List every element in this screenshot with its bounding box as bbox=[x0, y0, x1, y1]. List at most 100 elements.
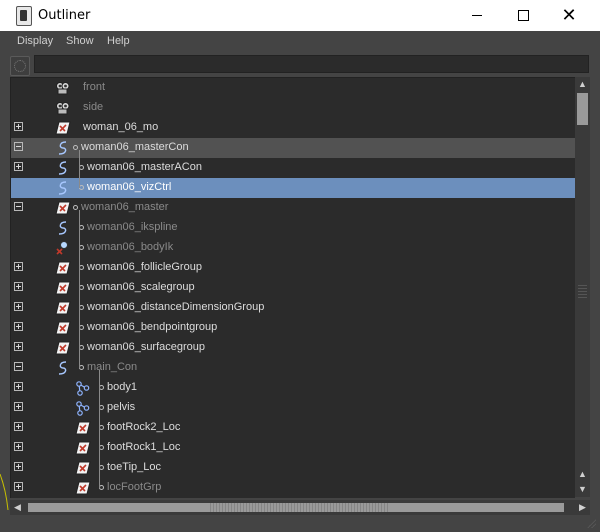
outliner-item-label: woman06_bodyIk bbox=[87, 241, 174, 253]
outliner-item-label: front bbox=[83, 81, 106, 93]
search-options-icon[interactable] bbox=[10, 56, 30, 76]
transform-icon bbox=[75, 460, 91, 476]
outliner-row[interactable]: toeTip_Loc bbox=[11, 458, 575, 478]
transform-icon bbox=[55, 280, 71, 296]
tree-node-dot bbox=[73, 205, 78, 210]
outliner-item-label: footRock2_Loc bbox=[107, 421, 181, 433]
expand-icon[interactable] bbox=[14, 262, 23, 271]
outliner-item-label: body1 bbox=[107, 381, 137, 393]
outliner-row[interactable]: footRock2_Loc bbox=[11, 418, 575, 438]
scroll-down-icon[interactable]: ▼ bbox=[575, 482, 590, 497]
outliner-row[interactable]: woman06_surfacegroup bbox=[11, 338, 575, 358]
outliner-row[interactable]: woman06_ikspline bbox=[11, 218, 575, 238]
outliner-row[interactable]: woman06_vizCtrl bbox=[11, 178, 575, 198]
transform-icon bbox=[55, 320, 71, 336]
outliner-row[interactable]: locFootGrp bbox=[11, 478, 575, 498]
transform-icon bbox=[55, 300, 71, 316]
scroll-grip bbox=[210, 503, 390, 512]
scroll-right-icon[interactable]: ▶ bbox=[575, 500, 590, 515]
outliner-item-label: woman06_bendpointgroup bbox=[87, 321, 218, 333]
scroll-up-icon[interactable]: ▲ bbox=[575, 77, 590, 92]
expand-icon[interactable] bbox=[14, 442, 23, 451]
transform-icon bbox=[55, 120, 71, 136]
outliner-item-label: woman06_vizCtrl bbox=[87, 181, 172, 193]
outliner-item-label: woman06_ikspline bbox=[87, 221, 178, 233]
maximize-button[interactable] bbox=[500, 0, 546, 31]
curve-icon bbox=[55, 140, 71, 156]
vertical-scrollbar[interactable]: ▲ ▲ ▼ bbox=[575, 77, 590, 497]
expand-icon[interactable] bbox=[14, 402, 23, 411]
viewport-curve-edge bbox=[0, 473, 9, 511]
transform-icon bbox=[75, 420, 91, 436]
outliner-row[interactable]: pelvis bbox=[11, 398, 575, 418]
menu-display[interactable]: Display bbox=[17, 35, 53, 47]
outliner-row[interactable]: side bbox=[11, 98, 575, 118]
expand-icon[interactable] bbox=[14, 382, 23, 391]
outliner-item-label: pelvis bbox=[107, 401, 136, 413]
expand-icon[interactable] bbox=[14, 282, 23, 291]
collapse-icon[interactable] bbox=[14, 142, 23, 151]
expand-icon[interactable] bbox=[14, 162, 23, 171]
outliner-row[interactable]: footRock1_Loc bbox=[11, 438, 575, 458]
outliner-row[interactable]: woman06_distanceDimensionGroup bbox=[11, 298, 575, 318]
expand-icon[interactable] bbox=[14, 322, 23, 331]
transform-icon bbox=[75, 480, 91, 496]
outliner-row[interactable]: woman06_scalegroup bbox=[11, 278, 575, 298]
expand-icon[interactable] bbox=[14, 422, 23, 431]
camera-icon bbox=[55, 100, 71, 116]
search-input[interactable] bbox=[34, 55, 589, 73]
transform-icon bbox=[75, 440, 91, 456]
search-row bbox=[0, 53, 600, 77]
outliner-row[interactable]: woman06_masterCon bbox=[11, 138, 575, 158]
horizontal-scrollbar[interactable]: ◀ ▶ bbox=[10, 500, 590, 515]
window-title: Outliner bbox=[38, 8, 91, 23]
outliner-row[interactable]: woman_06_mo bbox=[11, 118, 575, 138]
scroll-grip bbox=[578, 285, 587, 299]
outliner-row[interactable]: main_Con bbox=[11, 358, 575, 378]
curve-icon bbox=[55, 220, 71, 236]
menu-bar: Display Show Help bbox=[0, 31, 600, 53]
ik-handle-icon bbox=[55, 240, 71, 256]
expand-icon[interactable] bbox=[14, 342, 23, 351]
scroll-left-icon[interactable]: ◀ bbox=[10, 500, 25, 515]
outliner-item-label: woman06_scalegroup bbox=[87, 281, 195, 293]
tree-connector bbox=[79, 150, 80, 188]
outliner-item-label: woman06_distanceDimensionGroup bbox=[87, 301, 265, 313]
maximize-icon bbox=[517, 10, 529, 21]
outliner-item-label: woman06_master bbox=[81, 201, 169, 213]
outliner-item-label: main_Con bbox=[87, 361, 138, 373]
joint-icon bbox=[75, 380, 91, 396]
curve-icon bbox=[55, 160, 71, 176]
transform-icon bbox=[55, 260, 71, 276]
menu-show[interactable]: Show bbox=[66, 35, 94, 47]
transform-icon bbox=[55, 200, 71, 216]
outliner-row[interactable]: body1 bbox=[11, 378, 575, 398]
expand-icon[interactable] bbox=[14, 482, 23, 491]
outliner-row[interactable]: woman06_follicleGroup bbox=[11, 258, 575, 278]
outliner-item-label: woman_06_mo bbox=[83, 121, 159, 133]
curve-icon bbox=[55, 180, 71, 196]
scroll-up-icon[interactable]: ▲ bbox=[575, 467, 590, 482]
outliner-row[interactable]: woman06_bodyIk bbox=[11, 238, 575, 258]
vertical-scroll-thumb[interactable] bbox=[577, 93, 588, 125]
title-bar[interactable]: Outliner ✕ bbox=[0, 0, 600, 31]
expand-icon[interactable] bbox=[14, 302, 23, 311]
minimize-button[interactable] bbox=[454, 0, 500, 31]
outliner-tree[interactable]: front side woman_06_mo woman06_masterConwom… bbox=[10, 77, 575, 498]
collapse-icon[interactable] bbox=[14, 202, 23, 211]
close-button[interactable]: ✕ bbox=[546, 0, 592, 31]
expand-icon[interactable] bbox=[14, 122, 23, 131]
expand-icon[interactable] bbox=[14, 462, 23, 471]
transform-icon bbox=[55, 340, 71, 356]
outliner-item-label: woman06_masterCon bbox=[81, 141, 189, 153]
outliner-row[interactable]: woman06_bendpointgroup bbox=[11, 318, 575, 338]
outliner-item-label: woman06_masterACon bbox=[87, 161, 202, 173]
joint-icon bbox=[75, 400, 91, 416]
outliner-row[interactable]: woman06_master bbox=[11, 198, 575, 218]
menu-help[interactable]: Help bbox=[107, 35, 130, 47]
collapse-icon[interactable] bbox=[14, 362, 23, 371]
outliner-row[interactable]: front bbox=[11, 78, 575, 98]
outliner-row[interactable]: woman06_masterACon bbox=[11, 158, 575, 178]
resize-grip[interactable] bbox=[586, 518, 596, 528]
maya-app-icon bbox=[16, 6, 32, 26]
